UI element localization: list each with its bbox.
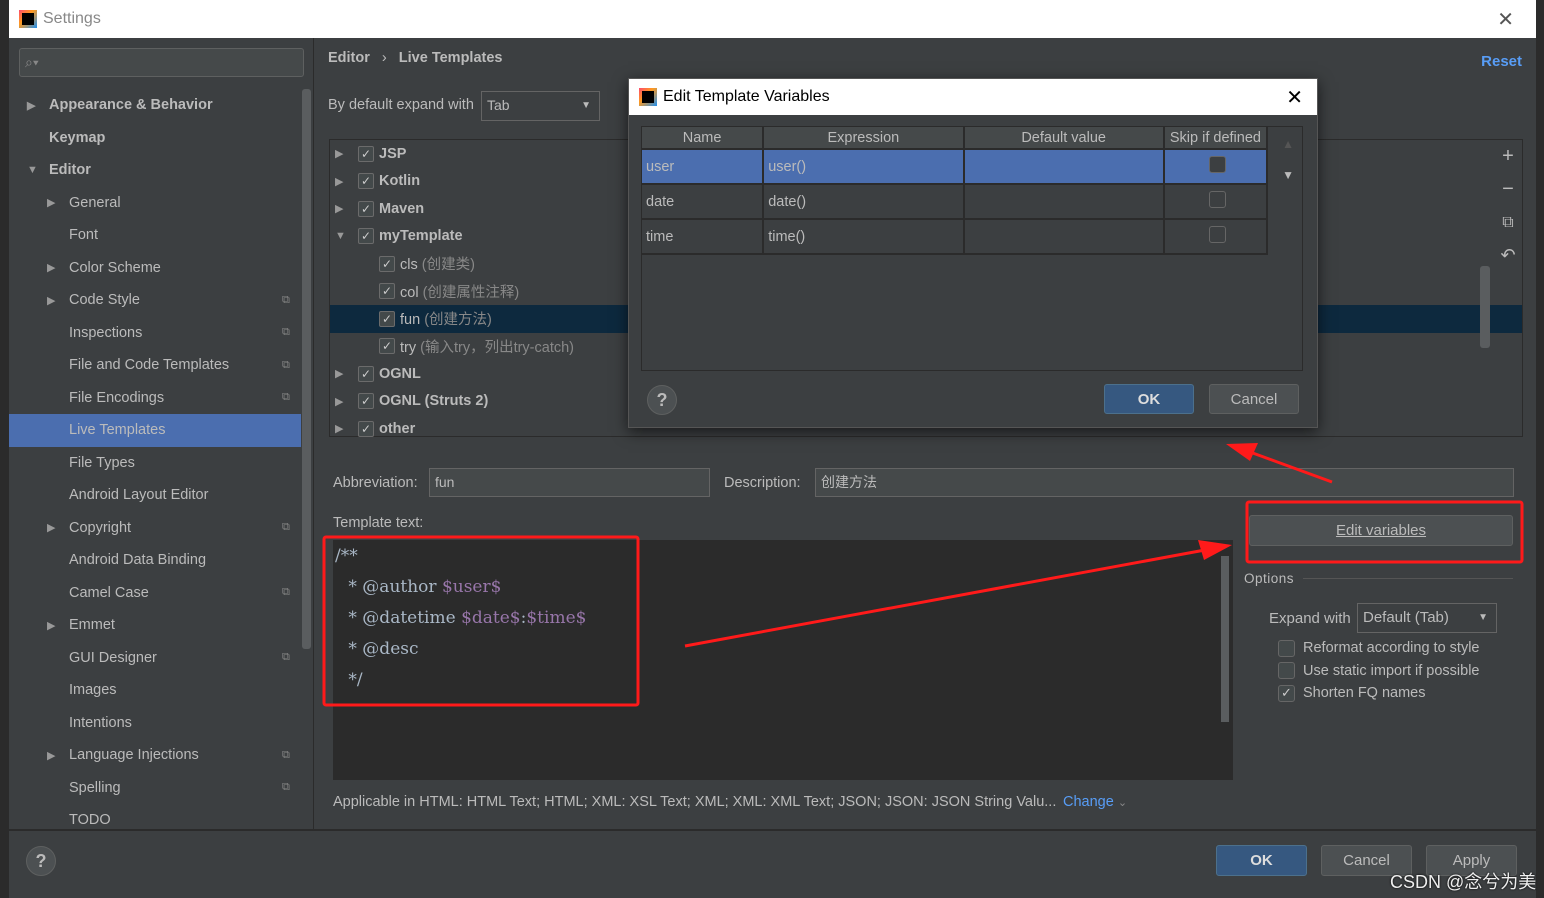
annotation-arrowhead-2 [1226, 443, 1258, 461]
annotation-arrow-1 [684, 548, 1206, 648]
annotation-arrowhead-1 [1198, 540, 1232, 560]
annotation-box-edit-variables [1245, 500, 1524, 564]
annotation-overlay [322, 443, 1524, 707]
annotation-arrow-2 [1249, 450, 1333, 484]
annotation-box-template-text [322, 535, 640, 707]
